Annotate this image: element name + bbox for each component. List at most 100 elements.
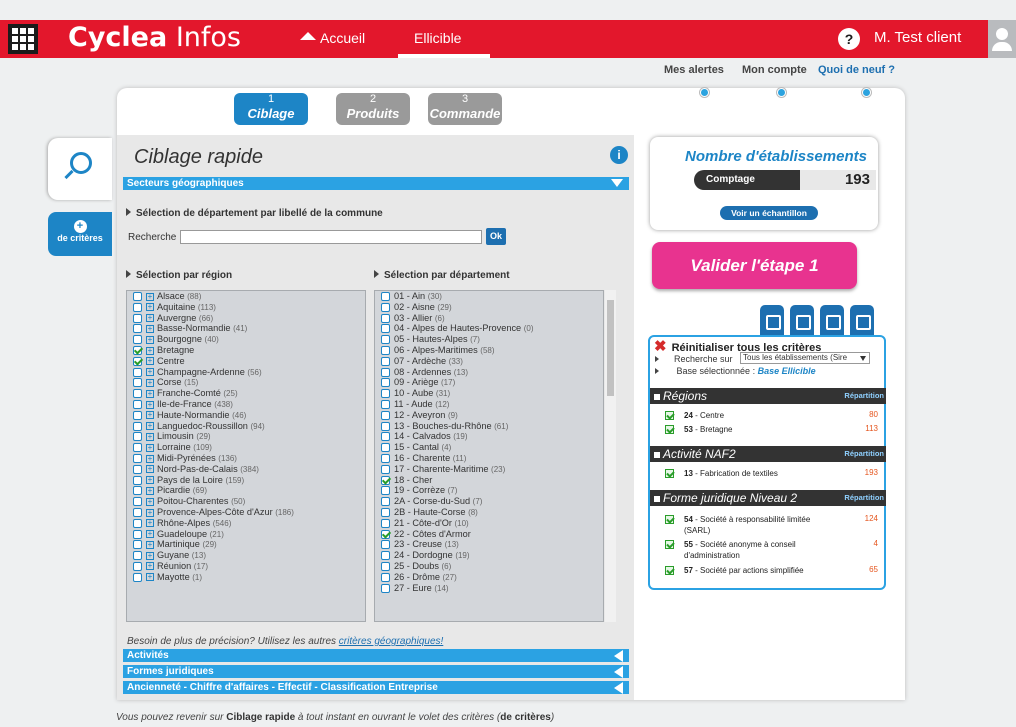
- criteria-checkbox[interactable]: [665, 425, 674, 434]
- departement-item[interactable]: 21 - Côte-d'Or (10): [375, 518, 603, 529]
- ciblage-rapide-tab[interactable]: [48, 138, 112, 200]
- departement-checkbox[interactable]: [381, 508, 390, 517]
- link-mon-compte[interactable]: Mon compte: [742, 64, 807, 76]
- region-checkbox[interactable]: [133, 529, 142, 539]
- departement-checkbox[interactable]: [381, 486, 390, 496]
- departement-checkbox[interactable]: [381, 464, 390, 474]
- departement-checkbox[interactable]: [381, 292, 390, 302]
- departement-item[interactable]: 15 - Cantal (4): [375, 442, 603, 453]
- info-icon[interactable]: i: [610, 146, 628, 164]
- region-checkbox[interactable]: [133, 551, 142, 561]
- expand-icon[interactable]: +: [146, 476, 154, 485]
- region-checkbox[interactable]: [133, 356, 142, 366]
- departement-checkbox[interactable]: [381, 378, 390, 388]
- expand-icon[interactable]: +: [146, 389, 154, 398]
- region-checkbox[interactable]: [133, 464, 142, 474]
- expand-icon[interactable]: +: [146, 562, 154, 571]
- collapse-icon[interactable]: [654, 451, 660, 458]
- region-item[interactable]: + Auvergne (66): [127, 313, 365, 324]
- region-checkbox[interactable]: [133, 410, 142, 420]
- criteria-group-header[interactable]: Régions Répartition: [650, 388, 886, 404]
- expand-icon[interactable]: +: [146, 443, 154, 452]
- departement-checkbox[interactable]: [381, 529, 390, 539]
- expand-icon[interactable]: +: [146, 508, 154, 517]
- departement-item[interactable]: 03 - Allier (6): [375, 313, 603, 324]
- ok-button[interactable]: Ok: [486, 228, 506, 245]
- departement-item[interactable]: 24 - Dordogne (19): [375, 550, 603, 561]
- commune-search-input[interactable]: [180, 230, 482, 244]
- help-icon[interactable]: ?: [838, 28, 860, 50]
- departement-item[interactable]: 2B - Haute-Corse (8): [375, 507, 603, 518]
- region-item[interactable]: + Guyane (13): [127, 550, 365, 561]
- expand-icon[interactable]: +: [146, 530, 154, 539]
- departement-checkbox[interactable]: [381, 454, 390, 464]
- departement-checkbox[interactable]: [381, 518, 390, 528]
- departement-checkbox[interactable]: [381, 346, 390, 356]
- departement-checkbox[interactable]: [381, 356, 390, 366]
- expand-icon[interactable]: +: [146, 497, 154, 506]
- region-item[interactable]: + Ile-de-France (438): [127, 399, 365, 410]
- departement-checkbox[interactable]: [381, 561, 390, 571]
- departement-checkbox[interactable]: [381, 540, 390, 550]
- expand-icon[interactable]: +: [146, 357, 154, 366]
- region-checkbox[interactable]: [133, 335, 142, 345]
- collapse-icon[interactable]: [654, 393, 660, 400]
- repartition-link[interactable]: Répartition: [844, 388, 884, 404]
- nav-ellicible[interactable]: Ellicible: [398, 20, 490, 58]
- brand-logo[interactable]: Cyclea Infos: [68, 23, 241, 53]
- region-checkbox[interactable]: [133, 389, 142, 399]
- departement-item[interactable]: 22 - Côtes d'Armor: [375, 529, 603, 540]
- departement-checkbox[interactable]: [381, 313, 390, 323]
- region-checkbox[interactable]: [133, 497, 142, 507]
- region-item[interactable]: + Réunion (17): [127, 561, 365, 572]
- step-produits[interactable]: 2 Produits: [336, 93, 410, 125]
- departement-checkbox[interactable]: [381, 497, 390, 507]
- departement-item[interactable]: 10 - Aube (31): [375, 388, 603, 399]
- nav-home[interactable]: Accueil: [300, 30, 365, 46]
- formes-juridiques-bar[interactable]: Formes juridiques: [123, 665, 629, 678]
- region-list[interactable]: + Alsace (88) + Aquitaine (113) + Auvergne (6…: [126, 290, 366, 622]
- region-checkbox[interactable]: [133, 454, 142, 464]
- sample-button[interactable]: Voir un échantillon: [720, 206, 818, 220]
- departement-checkbox[interactable]: [381, 367, 390, 377]
- departement-item[interactable]: 19 - Corrèze (7): [375, 485, 603, 496]
- criteria-group-header[interactable]: Forme juridique Niveau 2 Répartition: [650, 490, 886, 506]
- footer-ciblage-link[interactable]: Ciblage rapide: [226, 712, 295, 723]
- expand-icon[interactable]: +: [146, 540, 154, 549]
- departement-checkbox[interactable]: [381, 302, 390, 312]
- region-checkbox[interactable]: [133, 475, 142, 485]
- departement-checkbox[interactable]: [381, 443, 390, 453]
- region-item[interactable]: + Martinique (29): [127, 539, 365, 550]
- region-item[interactable]: + Centre: [127, 356, 365, 367]
- expand-icon[interactable]: +: [146, 422, 154, 431]
- departement-item[interactable]: 12 - Aveyron (9): [375, 410, 603, 421]
- criteria-checkbox[interactable]: [665, 469, 674, 478]
- region-checkbox[interactable]: [133, 346, 142, 356]
- step-commande[interactable]: 3 Commande: [428, 93, 502, 125]
- collapse-icon[interactable]: [654, 495, 660, 502]
- save-icon[interactable]: [820, 305, 844, 335]
- expand-icon[interactable]: +: [146, 314, 154, 323]
- expand-icon[interactable]: +: [146, 368, 154, 377]
- region-item[interactable]: + Lorraine (109): [127, 442, 365, 453]
- departement-item[interactable]: 25 - Doubs (6): [375, 561, 603, 572]
- departement-item[interactable]: 16 - Charente (11): [375, 453, 603, 464]
- region-item[interactable]: + Bourgogne (40): [127, 334, 365, 345]
- region-item[interactable]: + Nord-Pas-de-Calais (384): [127, 464, 365, 475]
- repartition-link[interactable]: Répartition: [844, 490, 884, 506]
- user-name[interactable]: M. Test client: [874, 29, 961, 46]
- departement-scrollbar[interactable]: [605, 290, 616, 622]
- departement-checkbox[interactable]: [381, 583, 390, 593]
- expand-icon[interactable]: +: [146, 465, 154, 474]
- expand-icon[interactable]: +: [146, 486, 154, 495]
- expand-icon[interactable]: +: [146, 411, 154, 420]
- region-item[interactable]: + Poitou-Charentes (50): [127, 496, 365, 507]
- departement-item[interactable]: 11 - Aude (12): [375, 399, 603, 410]
- expand-icon[interactable]: +: [146, 324, 154, 333]
- expand-icon[interactable]: +: [146, 551, 154, 560]
- criteria-checkbox[interactable]: [665, 566, 674, 575]
- region-item[interactable]: + Rhône-Alpes (546): [127, 518, 365, 529]
- region-checkbox[interactable]: [133, 518, 142, 528]
- criteria-checkbox[interactable]: [665, 411, 674, 420]
- activites-bar[interactable]: Activités: [123, 649, 629, 662]
